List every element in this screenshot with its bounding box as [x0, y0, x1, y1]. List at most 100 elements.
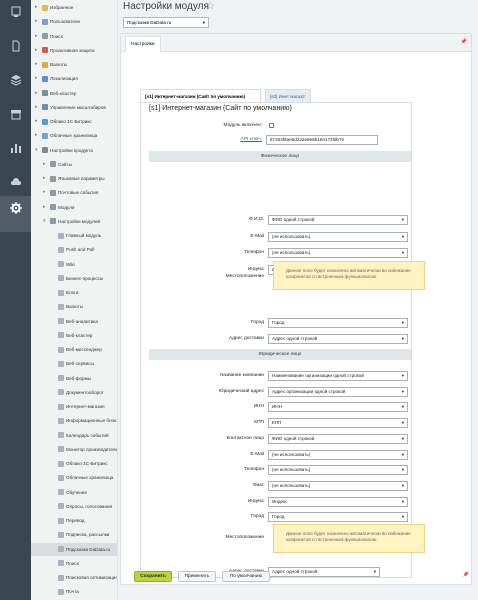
tree-item[interactable]: Подсказки DaData.ru — [31, 542, 117, 556]
tree-item[interactable]: ▾ Настройки модулей — [31, 215, 117, 228]
chevron-right-icon[interactable]: ▸ — [35, 58, 38, 71]
field-select[interactable]: (не использовать) ▾ — [268, 465, 408, 476]
pin-icon[interactable]: 📌 — [463, 572, 469, 578]
subtab-site-s1[interactable]: [s1] Интернет-магазин (Сайт по умолчанию… — [140, 89, 261, 103]
tree-item[interactable]: Опросы, голосования — [31, 500, 117, 513]
tree-item-label: Перевод — [66, 518, 85, 523]
field-select[interactable]: (не использовать) ▾ — [268, 449, 408, 460]
chevron-right-icon[interactable]: ▸ — [35, 30, 38, 43]
chevron-right-icon[interactable]: ▸ — [35, 129, 38, 142]
chevron-right-icon[interactable]: ▸ — [35, 115, 38, 128]
menu-item-icon — [58, 346, 64, 353]
tree-item[interactable]: Поиск — [31, 557, 117, 570]
tree-item[interactable]: Веб-формы — [31, 372, 117, 385]
api-key-input[interactable]: 67264f9ae8d22ae9e8b184173fdb7e — [266, 135, 378, 145]
tree-item[interactable]: ▸ Облачные хранилища — [31, 129, 117, 142]
chevron-right-icon[interactable]: ▸ — [35, 1, 38, 14]
tree-item-label: Обучение — [66, 489, 88, 495]
field-select[interactable]: ИНН ▾ — [268, 402, 408, 413]
chevron-down-icon[interactable]: ▾ — [35, 144, 38, 157]
field-select[interactable]: Адрес одной строкой ▾ — [268, 333, 408, 344]
tree-item[interactable]: Главный модуль — [31, 229, 117, 242]
tree-item[interactable]: Интернет-магазин — [31, 400, 117, 413]
menu-item-icon — [58, 460, 64, 467]
leftbar-analytics[interactable]: Аналитика — [0, 136, 145, 170]
tree-item[interactable]: Подписка, рассылки — [31, 528, 117, 541]
chevron-right-icon[interactable]: ▸ — [43, 201, 46, 214]
tree-item[interactable]: Календарь событий — [31, 429, 117, 442]
chevron-right-icon[interactable]: ▸ — [43, 186, 46, 199]
tree-item[interactable]: Веб-сервисы — [31, 357, 117, 370]
chevron-down-icon[interactable]: ▾ — [43, 215, 46, 228]
menu-item-icon — [42, 75, 48, 82]
save-button[interactable]: Сохранить — [134, 571, 172, 582]
chevron-right-icon[interactable]: ▸ — [35, 15, 38, 28]
tree-item[interactable]: Push and Pull — [31, 243, 117, 256]
tree-item[interactable]: Поисковая оптимизация — [31, 571, 118, 584]
tree-item[interactable]: Документооборот — [31, 386, 117, 399]
tree-item[interactable]: ▸ Модули — [31, 201, 117, 214]
tree-item[interactable]: Обучение — [31, 486, 117, 499]
tree-item[interactable]: Перевод — [31, 514, 117, 527]
shop-icon — [10, 110, 21, 120]
field-select[interactable]: КПП ▾ — [268, 418, 408, 429]
tree-item[interactable]: ▸ Поиск — [31, 30, 117, 43]
tree-item[interactable]: ▸ Почтовые события — [31, 186, 117, 199]
field-select[interactable]: (не использовать) ▾ — [268, 248, 408, 259]
tree-item[interactable]: ▸ Управление масштабиров — [31, 101, 117, 114]
tree-item[interactable]: ▸ Облако 1С-Битрикс — [31, 115, 117, 128]
leftbar-services[interactable]: Сервисы — [0, 68, 145, 102]
api-key-link[interactable]: API ключ: — [141, 137, 262, 142]
tree-item[interactable]: ▸ Сайты — [31, 158, 117, 171]
tree-item[interactable]: ▸ Языковые параметры — [31, 172, 117, 185]
leftbar-content[interactable]: Контент — [0, 34, 145, 68]
tree-item[interactable]: ▸ Проактивная защита — [31, 44, 117, 57]
tree-item[interactable]: Информационные блок — [31, 414, 117, 427]
field-select[interactable]: (не использовать) ▾ — [268, 480, 408, 491]
chevron-right-icon[interactable]: ▸ — [35, 87, 38, 100]
tree-item[interactable]: Валюты — [31, 300, 117, 313]
tree-item[interactable]: ▸ Валюты — [31, 58, 117, 71]
field-select[interactable]: ФИО одной строкой ▾ — [268, 215, 408, 225]
field-select[interactable]: Город ▾ — [268, 512, 408, 523]
tree-item[interactable]: ▸ Веб-кластер — [31, 87, 117, 100]
tree-item[interactable]: Облако 1С-Битрикс — [31, 457, 117, 470]
tree-item[interactable]: Почта — [31, 585, 117, 598]
chevron-right-icon[interactable]: ▸ — [43, 172, 46, 185]
tree-item[interactable]: Wiki — [31, 258, 117, 271]
chevron-right-icon[interactable]: ▸ — [35, 44, 38, 57]
default-button[interactable]: По умолчанию — [222, 571, 270, 582]
leftbar-desktop[interactable]: Рабочий стол — [0, 0, 145, 34]
tree-item[interactable]: ▸ Локализация — [31, 72, 117, 85]
field-select[interactable]: Город ▾ — [268, 318, 408, 328]
field-select[interactable]: Индекс ▾ — [268, 496, 408, 507]
field-select[interactable]: Адрес организации одной строкой ▾ — [268, 386, 408, 397]
tree-item[interactable]: Бизнес-процессы — [31, 272, 117, 285]
field-select[interactable]: Наименование организации одной строкой ▾ — [268, 371, 408, 381]
apply-button[interactable]: Применить — [178, 571, 216, 582]
tree-item[interactable]: Веб-мессенджер — [31, 343, 117, 356]
favorite-star-icon[interactable]: ☆ — [206, 1, 215, 12]
field-select[interactable]: (не использовать) ▾ — [268, 231, 408, 242]
site-select[interactable]: Подсказки DaData.ru ▾ — [123, 17, 209, 28]
chevron-right-icon[interactable]: ▸ — [35, 72, 38, 85]
subtab-site-s2[interactable]: [s2] Инет магаз2 — [265, 89, 311, 103]
tree-item-label: Поисковая оптимизация — [66, 575, 118, 580]
tree-item[interactable]: ▸ Пользователи — [31, 15, 117, 28]
chevron-down-icon: ▾ — [401, 467, 404, 473]
tree-item[interactable]: Монитор производитель — [31, 443, 117, 456]
chevron-right-icon[interactable]: ▸ — [43, 158, 46, 171]
tree-item[interactable]: ▸ Избранное — [31, 1, 117, 14]
module-enabled-checkbox[interactable] — [269, 123, 274, 128]
tab-settings[interactable]: Настройки — [125, 36, 161, 52]
tree-item[interactable]: Веб-аналитика — [31, 315, 117, 328]
tree-item[interactable]: Облачные хранилища — [31, 471, 117, 484]
tree-item[interactable]: Блоги — [31, 286, 117, 299]
leftbar-settings[interactable]: Настройки — [0, 196, 145, 232]
pin-icon[interactable]: 📌 — [461, 39, 467, 45]
field-select[interactable]: ФИО одной строкой ▾ — [268, 433, 408, 444]
tree-item[interactable]: ▾ Настройки продукта — [31, 144, 117, 157]
chevron-right-icon[interactable]: ▸ — [35, 101, 38, 114]
leftbar-shop[interactable]: Магазин — [0, 102, 145, 136]
tree-item[interactable]: Веб-кластер — [31, 329, 117, 342]
